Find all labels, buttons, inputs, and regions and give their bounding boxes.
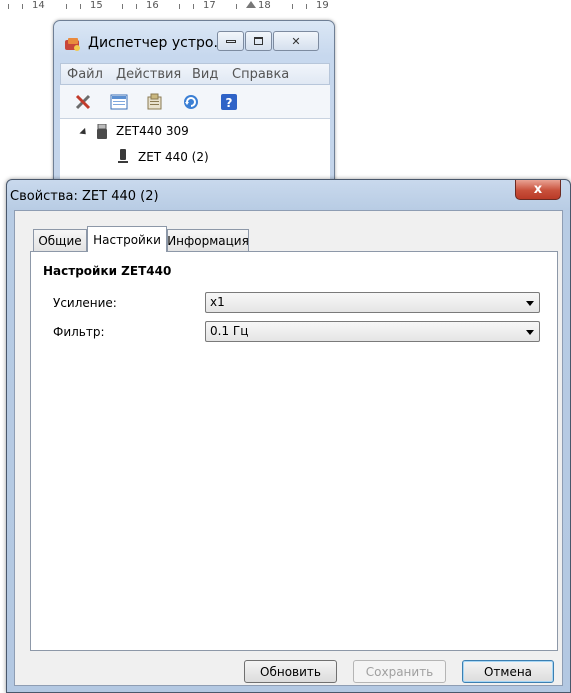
toolbar: ? — [60, 85, 330, 119]
close-icon: ✕ — [291, 34, 301, 48]
tab-general[interactable]: Общие — [33, 229, 87, 251]
ruler: 14 15 16 17 18 19 — [0, 0, 340, 18]
close-icon: x — [533, 182, 543, 197]
filter-select[interactable]: 0.1 Гц — [205, 321, 540, 342]
dialog-title: Свойства: ZET 440 (2) — [10, 189, 159, 204]
ruler-tick — [66, 4, 67, 9]
device-manager-icon — [65, 38, 80, 51]
minimize-icon — [225, 39, 236, 43]
svg-text:?: ? — [226, 96, 233, 110]
ruler-tick — [80, 4, 81, 9]
ruler-tick — [292, 4, 293, 9]
maximize-icon — [254, 37, 263, 45]
device-icon — [118, 149, 128, 163]
maximize-button[interactable] — [245, 31, 272, 51]
tree-item-root[interactable]: ZET440 309 — [116, 124, 189, 138]
chevron-down-icon — [526, 330, 534, 335]
ruler-label: 15 — [90, 0, 103, 11]
menu-actions[interactable]: Действия — [116, 67, 181, 82]
usb-device-icon — [97, 124, 107, 139]
ruler-label: 16 — [146, 0, 159, 11]
gain-select[interactable]: x1 — [205, 292, 540, 313]
menu-file[interactable]: Файл — [67, 67, 103, 82]
menu-view[interactable]: Вид — [192, 67, 218, 82]
section-title: Настройки ZET440 — [43, 264, 172, 278]
tab-settings[interactable]: Настройки — [87, 226, 167, 252]
dialog-body: Общие Настройки Информация Настройки ZET… — [14, 210, 563, 686]
ruler-tick — [22, 4, 23, 9]
expand-arrow-icon[interactable] — [79, 127, 89, 138]
update-driver-icon[interactable] — [146, 93, 164, 111]
properties-dialog: Свойства: ZET 440 (2) x Общие Настройки … — [6, 179, 571, 693]
settings-panel: Настройки ZET440 Усиление: x1 Фильтр: 0.… — [30, 251, 558, 651]
minimize-button[interactable] — [217, 31, 244, 51]
ruler-tick — [8, 4, 9, 9]
gain-value: x1 — [210, 295, 225, 309]
ruler-tick — [193, 4, 194, 9]
filter-label: Фильтр: — [53, 325, 105, 339]
tab-info[interactable]: Информация — [167, 229, 249, 251]
chevron-down-icon — [526, 301, 534, 306]
close-button[interactable]: ✕ — [273, 31, 319, 51]
window-title: Диспетчер устро... — [88, 35, 227, 51]
ruler-tick — [306, 4, 307, 9]
ruler-label: 14 — [32, 0, 45, 11]
title-bar[interactable]: Диспетчер устро... ✕ — [54, 21, 334, 65]
ruler-label: 19 — [316, 0, 329, 11]
ruler-tick — [122, 4, 123, 9]
device-manager-window: Диспетчер устро... ✕ Файл Действия Вид С… — [53, 20, 335, 190]
properties-icon[interactable] — [74, 93, 92, 111]
ruler-label: 18 — [258, 0, 271, 11]
help-icon[interactable]: ? — [220, 93, 238, 111]
ruler-indent-marker[interactable] — [246, 1, 256, 8]
filter-value: 0.1 Гц — [210, 324, 249, 338]
save-button[interactable]: Сохранить — [353, 660, 446, 683]
cancel-button[interactable]: Отмена — [462, 660, 554, 683]
tree-item-device[interactable]: ZET 440 (2) — [138, 150, 209, 164]
scan-hardware-icon[interactable] — [182, 93, 200, 111]
view-icon[interactable] — [110, 93, 128, 111]
menu-bar: Файл Действия Вид Справка — [60, 63, 330, 85]
ruler-tick — [236, 4, 237, 9]
menu-help[interactable]: Справка — [232, 67, 289, 82]
ruler-tick — [179, 4, 180, 9]
ruler-tick — [136, 4, 137, 9]
ruler-label: 17 — [203, 0, 216, 11]
dialog-close-button[interactable]: x — [515, 180, 561, 200]
refresh-button[interactable]: Обновить — [244, 660, 337, 683]
gain-label: Усиление: — [53, 296, 117, 310]
